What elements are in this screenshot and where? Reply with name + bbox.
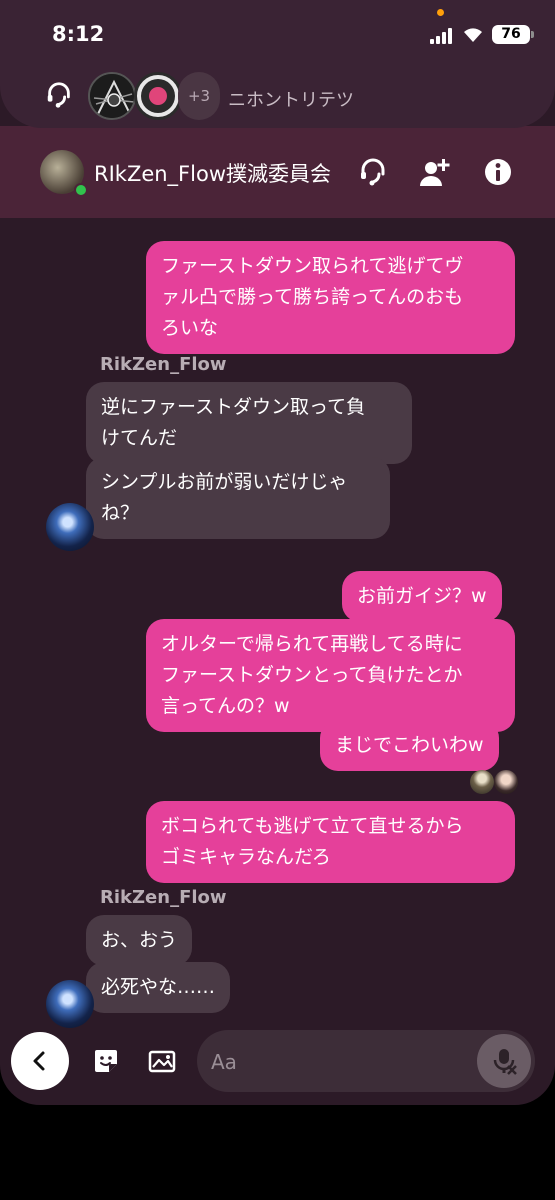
chat-screen: ファーストダウン取られて逃げてヴ ァル凸で勝って勝ち誇ってんのおも ろいな Ri… (0, 0, 555, 1105)
status-time: 8:12 (52, 22, 105, 46)
battery-indicator: 76 (492, 25, 534, 44)
sender-name: RikZen_Flow (100, 887, 227, 908)
wifi-icon (464, 28, 482, 42)
chevron-left-icon (33, 1051, 45, 1071)
signal-icon (430, 28, 452, 44)
chat-title[interactable]: RIkZen_Flow撲滅委員会 (94, 158, 331, 188)
message-incoming[interactable]: シンプルお前が弱いだけじゃ ね？ (86, 457, 390, 539)
sender-avatar[interactable] (46, 980, 94, 1028)
microphone-icon (493, 1049, 517, 1075)
message-incoming[interactable]: 逆にファーストダウン取って負 けてんだ (86, 382, 412, 464)
sender-avatar[interactable] (46, 503, 94, 551)
message-input-placeholder: Aa (211, 1050, 237, 1074)
headset-icon[interactable] (357, 156, 389, 188)
call-headset-icon[interactable] (44, 80, 74, 110)
message-outgoing[interactable]: ファーストダウン取られて逃げてヴ ァル凸で勝って勝ち誇ってんのおも ろいな (146, 241, 515, 354)
participant-badge-icon (141, 79, 175, 113)
top-call-bar: 8:12 76 +3 ニホントリテツ (0, 0, 555, 128)
privacy-indicator (437, 9, 444, 16)
back-button[interactable] (11, 1032, 69, 1090)
read-receipt-avatar (494, 770, 518, 794)
more-participants-count[interactable]: +3 (178, 72, 220, 120)
call-participant-avatar[interactable] (88, 72, 136, 120)
add-member-icon[interactable] (418, 156, 450, 188)
message-outgoing[interactable]: お前ガイジ？w (342, 571, 502, 622)
voice-message-button[interactable] (477, 1034, 531, 1088)
call-group-name[interactable]: ニホントリテツ (228, 86, 354, 112)
online-indicator (74, 183, 88, 197)
call-participant-avatar[interactable] (134, 72, 182, 120)
read-receipt-avatar (470, 770, 494, 794)
message-incoming[interactable]: 必死やな…… (86, 962, 231, 1013)
message-outgoing[interactable]: オルターで帰られて再戦してる時に ファーストダウンとって負けたとか 言ってんの？… (146, 619, 515, 732)
message-outgoing[interactable]: ボコられても逃げて立て直せるから ゴミキャラなんだろ (146, 801, 515, 883)
message-outgoing[interactable]: まじでこわいわw (320, 720, 499, 771)
sender-name: RikZen_Flow (100, 354, 227, 375)
message-input[interactable]: Aa (197, 1030, 535, 1092)
gallery-icon[interactable] (147, 1046, 177, 1076)
message-incoming[interactable]: お、おう (86, 915, 193, 966)
info-icon[interactable] (482, 156, 514, 188)
chat-header: RIkZen_Flow撲滅委員会 (0, 126, 555, 218)
sticker-icon[interactable] (91, 1046, 121, 1076)
participant-image-icon (90, 74, 134, 118)
